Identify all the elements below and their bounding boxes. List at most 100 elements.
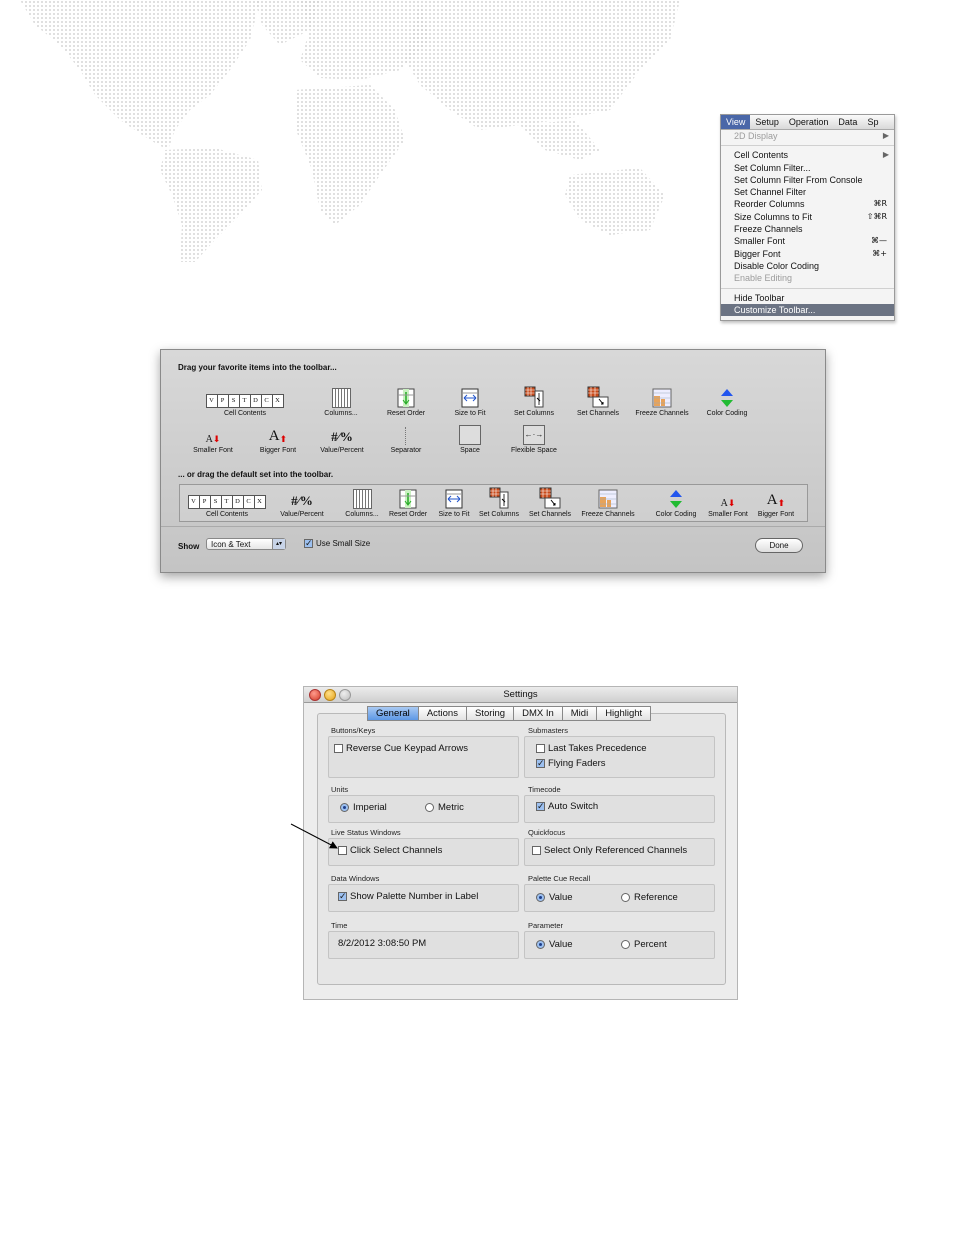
use-small-size-checkbox[interactable]: ✓ Use Small Size: [304, 539, 371, 549]
option-label: Value: [549, 892, 573, 903]
toolbar-item-separator[interactable]: Separator: [374, 423, 438, 454]
menu-item-label: Disable Color Coding: [734, 260, 820, 271]
radio-imperial[interactable]: Imperial: [340, 802, 387, 813]
menu-item-cell-contents[interactable]: Cell Contents ▶: [721, 149, 894, 161]
menu-item-customize-toolbar[interactable]: Customize Toolbar...: [721, 303, 894, 317]
radio-value[interactable]: Value: [536, 892, 573, 903]
group-title-live-status: Live Status Windows: [331, 828, 401, 837]
toolbar-item-set-channels[interactable]: Set Channels: [518, 487, 582, 518]
cell-letter: X: [271, 394, 284, 408]
menu-item-set-column-filter[interactable]: Set Column Filter...: [721, 162, 894, 174]
up-arrow-icon: ⬆: [279, 434, 288, 444]
checkbox-reverse-cue-keypad-arrows[interactable]: Reverse Cue Keypad Arrows: [334, 743, 468, 754]
menu-item-label: Set Channel Filter: [734, 187, 807, 198]
menu-view[interactable]: View: [721, 115, 751, 129]
toolbar-item-label: Separator: [390, 447, 422, 454]
menu-item-reorder-columns[interactable]: Reorder Columns ⌘R: [721, 198, 894, 210]
done-button[interactable]: Done: [755, 538, 803, 553]
option-label: Metric: [438, 802, 464, 813]
radio-icon: [621, 893, 630, 902]
select-arrows-icon: ▴▾: [272, 539, 285, 549]
menu-item-size-columns-to-fit[interactable]: Size Columns to Fit ⇧⌘R: [721, 211, 894, 223]
font-glyph: A: [205, 434, 213, 445]
menu-shortcut: ⌘+: [872, 248, 887, 258]
zoom-window-icon[interactable]: [339, 689, 351, 701]
menu-setup[interactable]: Setup: [750, 115, 784, 129]
checkbox-icon: ✓: [338, 892, 347, 902]
font-glyph: A: [766, 492, 778, 508]
menu-item-smaller-font[interactable]: Smaller Font ⌘—: [721, 235, 894, 247]
set-channels-icon: [518, 487, 582, 509]
toolbar-item-cell-contents[interactable]: V P S T D C X Cell Contents: [205, 386, 284, 417]
toolbar-item-label: Cell Contents: [205, 511, 249, 518]
checkbox-select-only-referenced-channels[interactable]: Select Only Referenced Channels: [532, 845, 687, 856]
toolbar-item-set-columns[interactable]: Set Columns: [502, 386, 566, 417]
toolbar-item-color-coding[interactable]: Color Coding: [695, 386, 759, 417]
menu-item-set-column-filter-from-console[interactable]: Set Column Filter From Console: [721, 174, 894, 186]
default-toolbar-set[interactable]: V P S T D C X Cell Contents #⁄% Value/Percent Colu…: [179, 484, 808, 522]
toolbar-item-space[interactable]: Space: [438, 423, 502, 454]
option-label: Reverse Cue Keypad Arrows: [346, 743, 468, 754]
toolbar-item-label: Smaller Font: [193, 447, 233, 454]
toolbar-item-flexible-space[interactable]: ←·→ Flexible Space: [502, 423, 566, 454]
toolbar-item-bigger-font[interactable]: A ⬆ Bigger Font: [246, 423, 310, 454]
radio-value[interactable]: Value: [536, 939, 573, 950]
menu-operation[interactable]: Operation: [784, 115, 834, 129]
checkbox-click-select-channels[interactable]: Click Select Channels: [338, 845, 442, 856]
sheet-footer: Show Icon & Text ▴▾ ✓ Use Small Size Don…: [161, 526, 825, 572]
toolbar-item-reset-order[interactable]: Reset Order: [374, 386, 438, 417]
toolbar-item-label: Size to Fit: [454, 410, 486, 417]
option-label: Reference: [634, 892, 678, 903]
menu-item-freeze-channels[interactable]: Freeze Channels: [721, 223, 894, 235]
radio-metric[interactable]: Metric: [425, 802, 464, 813]
radio-icon: [621, 940, 630, 949]
tab-dmx-in[interactable]: DMX In: [513, 706, 563, 721]
toolbar-item-columns[interactable]: Columns...: [309, 386, 373, 417]
tab-midi[interactable]: Midi: [561, 706, 598, 721]
group-title-submasters: Submasters: [528, 726, 569, 735]
toolbar-item-label: Set Columns: [513, 410, 555, 417]
group-title-data-windows: Data Windows: [331, 874, 380, 883]
checkbox-auto-switch[interactable]: ✓ Auto Switch: [536, 801, 598, 812]
menu-item-disable-color-coding[interactable]: Disable Color Coding: [721, 260, 894, 272]
toolbar-item-set-channels[interactable]: Set Channels: [566, 386, 630, 417]
toolbar-item-value-percent[interactable]: #⁄% Value/Percent: [270, 487, 334, 518]
minimize-window-icon[interactable]: [324, 689, 336, 701]
up-arrow-icon: ⬆: [777, 498, 786, 508]
menu-sp[interactable]: Sp: [862, 115, 883, 129]
submenu-arrow-icon: ▶: [882, 131, 889, 140]
freeze-channels-icon: [630, 386, 694, 408]
use-small-size-label: Use Small Size: [316, 539, 371, 548]
toolbar-item-bigger-font[interactable]: A ⬆ Bigger Font: [744, 487, 808, 518]
radio-reference[interactable]: Reference: [621, 892, 678, 903]
tab-general[interactable]: General: [367, 706, 419, 721]
toolbar-item-value-percent[interactable]: #⁄% Value/Percent: [310, 423, 374, 454]
tab-storing[interactable]: Storing: [465, 706, 515, 721]
radio-percent[interactable]: Percent: [621, 939, 667, 950]
toolbar-item-size-to-fit[interactable]: Size to Fit: [438, 386, 502, 417]
world-map-background: [20, 0, 680, 262]
show-select[interactable]: Icon & Text ▴▾: [206, 538, 286, 550]
option-label: Select Only Referenced Channels: [544, 845, 688, 856]
toolbar-item-freeze-channels[interactable]: Freeze Channels: [630, 386, 694, 417]
menu-item-label: Freeze Channels: [734, 224, 803, 235]
toolbar-item-smaller-font[interactable]: A ⬇ Smaller Font: [181, 423, 245, 454]
toolbar-item-cell-contents[interactable]: V P S T D C X Cell Contents: [187, 487, 266, 518]
checkbox-last-takes-precedence[interactable]: Last Takes Precedence: [536, 743, 647, 754]
checkbox-show-palette-number-in-label[interactable]: ✓ Show Palette Number in Label: [338, 891, 478, 902]
menu-item-hide-toolbar[interactable]: Hide Toolbar: [721, 292, 894, 304]
menu-item-label: Hide Toolbar: [734, 292, 785, 303]
menu-data[interactable]: Data: [833, 115, 862, 129]
menu-item-bigger-font[interactable]: Bigger Font ⌘+: [721, 248, 894, 260]
toolbar-item-freeze-channels[interactable]: Freeze Channels: [576, 487, 640, 518]
toolbar-item-label: Bigger Font: [259, 447, 297, 454]
checkbox-icon: [338, 846, 347, 855]
checkbox-icon: ✓: [536, 802, 545, 812]
toolbar-item-label: Reset Order: [386, 410, 426, 417]
checkbox-flying-faders[interactable]: ✓ Flying Faders: [536, 758, 606, 769]
checkbox-icon: [532, 846, 541, 855]
close-window-icon[interactable]: [309, 689, 321, 701]
tab-highlight[interactable]: Highlight: [596, 706, 652, 721]
tab-actions[interactable]: Actions: [417, 706, 467, 721]
menu-item-set-channel-filter[interactable]: Set Channel Filter: [721, 186, 894, 198]
